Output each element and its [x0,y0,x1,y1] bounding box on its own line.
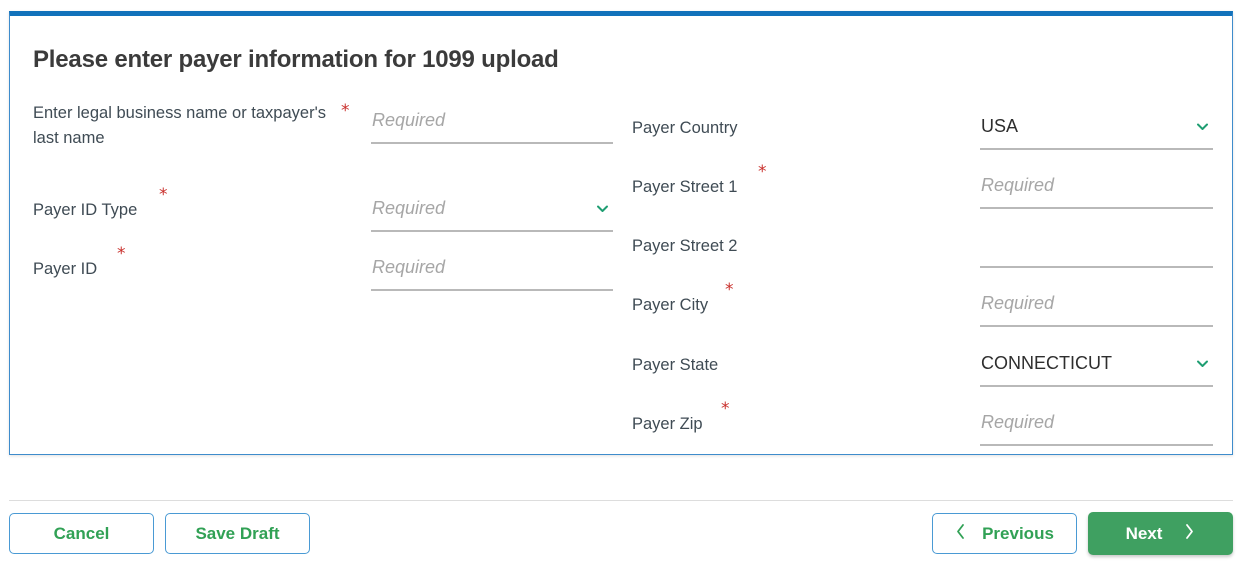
placeholder-payer-city: Required [981,291,1054,315]
input-payer-street-1[interactable]: Required [980,165,1213,209]
required-asterisk-payer-street-1: * [758,164,767,181]
field-label-payer-id-type: Payer ID Type [33,198,343,223]
chevron-right-icon [1184,523,1195,545]
field-payer-id-type: Payer ID Type * Required [33,176,613,235]
cancel-button-label: Cancel [54,524,110,544]
save-draft-button[interactable]: Save Draft [165,513,310,554]
field-label-payer-id: Payer ID [33,257,343,282]
field-payer-city: Payer City * Required [632,269,1213,328]
placeholder-payer-zip: Required [981,410,1054,434]
field-label-payer-zip: Payer Zip [632,412,942,437]
input-payer-street-2[interactable] [980,224,1213,268]
value-payer-country: USA [981,114,1018,138]
field-payer-state: Payer State CONNECTICUT [632,329,1213,388]
save-draft-button-label: Save Draft [195,524,279,544]
chevron-down-icon [596,202,609,215]
cancel-button[interactable]: Cancel [9,513,154,554]
required-asterisk-legal-business-name: * [341,103,350,120]
field-payer-id: Payer ID * Required [33,235,613,294]
footer-divider [9,500,1233,501]
placeholder-legal-business-name: Required [372,108,445,132]
placeholder-payer-id: Required [372,255,445,279]
field-legal-business-name: Enter legal business name or taxpayer's … [33,92,613,162]
next-button-label: Next [1126,524,1163,544]
required-asterisk-payer-city: * [725,282,734,299]
required-asterisk-payer-id: * [117,246,126,263]
field-label-payer-state: Payer State [632,353,942,378]
field-label-legal-business-name: Enter legal business name or taxpayer's … [33,101,343,151]
chevron-left-icon [955,523,966,545]
next-button[interactable]: Next [1088,512,1233,555]
required-asterisk-payer-zip: * [721,401,730,418]
placeholder-payer-id-type: Required [372,196,445,220]
previous-button-label: Previous [982,524,1054,544]
input-payer-id[interactable]: Required [371,247,613,291]
chevron-down-icon [1196,120,1209,133]
field-label-payer-city: Payer City [632,293,942,318]
page-title: Please enter payer information for 1099 … [33,46,559,74]
payer-information-card: Please enter payer information for 1099 … [9,11,1233,455]
input-payer-city[interactable]: Required [980,283,1213,327]
placeholder-payer-street-1: Required [981,173,1054,197]
field-label-payer-street-2: Payer Street 2 [632,234,942,259]
field-label-payer-street-1: Payer Street 1 [632,175,942,200]
select-payer-id-type[interactable]: Required [371,188,613,232]
field-label-payer-country: Payer Country [632,116,942,141]
field-payer-street-1: Payer Street 1 * Required [632,151,1213,210]
required-asterisk-payer-id-type: * [159,187,168,204]
select-payer-country[interactable]: USA [980,106,1213,150]
field-payer-country: Payer Country USA [632,92,1213,151]
select-payer-state[interactable]: CONNECTICUT [980,343,1213,387]
field-payer-zip: Payer Zip * Required [632,388,1213,447]
field-payer-street-2: Payer Street 2 [632,210,1213,269]
input-payer-zip[interactable]: Required [980,402,1213,446]
chevron-down-icon [1196,357,1209,370]
previous-button[interactable]: Previous [932,513,1077,554]
input-legal-business-name[interactable]: Required [371,100,613,144]
value-payer-state: CONNECTICUT [981,351,1112,375]
